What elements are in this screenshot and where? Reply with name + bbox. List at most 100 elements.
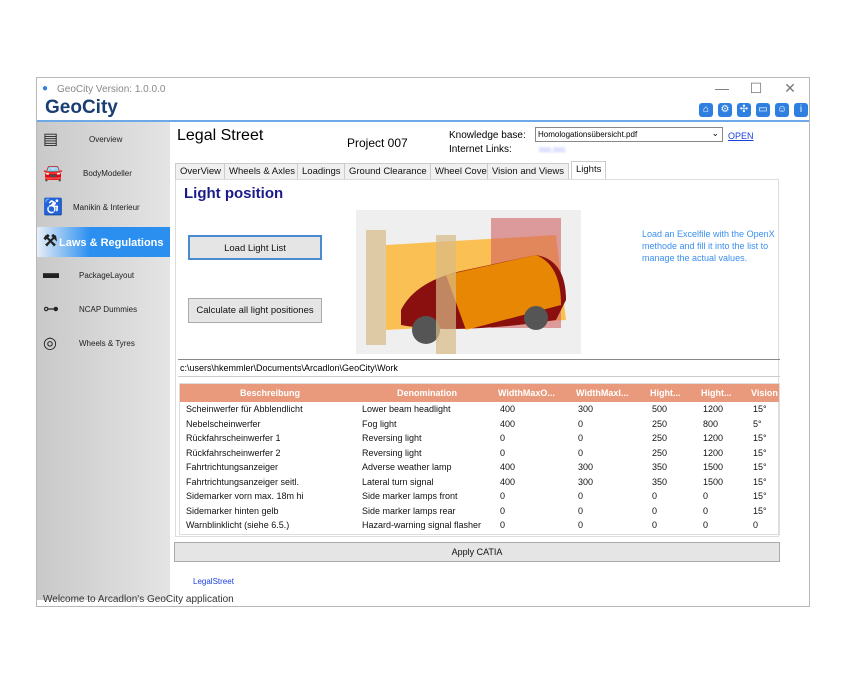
column-header[interactable]: Beschreibung xyxy=(180,384,356,402)
table-cell: 400 xyxy=(500,404,516,415)
load-light-list-button[interactable]: Load Light List xyxy=(188,235,322,260)
table-cell: 0 xyxy=(500,447,506,458)
table-cell: Reversing light xyxy=(362,433,422,444)
table-cell: 15° xyxy=(753,505,767,516)
app-window: ● GeoCity Version: 1.0.0.0 GeoCity — ☐ ✕… xyxy=(36,77,810,607)
gear-icon[interactable]: ⚙ xyxy=(718,103,732,117)
column-header[interactable]: Vision xyxy=(747,384,779,402)
info-icon[interactable]: i xyxy=(794,103,808,117)
tab-1[interactable]: Wheels & Axles xyxy=(224,163,300,180)
apply-catia-button[interactable]: Apply CATIA xyxy=(174,542,780,562)
table-row[interactable]: Sidemarker hinten gelb Side marker lamps … xyxy=(180,504,779,519)
minimize-button[interactable]: — xyxy=(707,80,737,96)
column-header[interactable]: WidthMaxI... xyxy=(572,384,646,402)
column-header[interactable]: Denomination xyxy=(356,384,494,402)
table-cell: Adverse weather lamp xyxy=(362,462,452,473)
sidebar-item-label: NCAP Dummies xyxy=(79,305,138,314)
table-cell: Nebelscheinwerfer xyxy=(186,418,261,429)
links-label: Internet Links: xyxy=(449,144,512,155)
table-cell: Sidemarker hinten gelb xyxy=(186,505,279,516)
open-link[interactable]: OPEN xyxy=(728,131,754,141)
table-cell: 400 xyxy=(500,462,516,473)
table-cell: 400 xyxy=(500,418,516,429)
sidebar-item-3[interactable]: ⚒ Laws & Regulations xyxy=(37,227,170,257)
tab-0[interactable]: OverView xyxy=(175,163,227,180)
tab-3[interactable]: Ground Clearance xyxy=(344,163,432,180)
internet-link[interactable]: sss.sss xyxy=(539,145,565,154)
car-lights-image xyxy=(356,210,581,354)
tyre-icon: ◎ xyxy=(43,335,57,352)
sidebar-item-label: BodyModeller xyxy=(83,169,132,178)
table-cell: Hazard-warning signal flasher xyxy=(362,520,482,531)
lights-panel: Light position Load Light List Calculate… xyxy=(175,179,780,537)
table-cell: 15° xyxy=(753,462,767,473)
person-icon[interactable]: ☺ xyxy=(775,103,789,117)
table-cell: 0 xyxy=(578,447,584,458)
maximize-button[interactable]: ☐ xyxy=(741,80,771,97)
sidebar: ▤ Overview 🚘 BodyModeller ♿ Manikin & Interie… xyxy=(37,122,170,600)
sidebar-item-6[interactable]: ◎ Wheels & Tyres xyxy=(37,329,170,359)
table-cell: 300 xyxy=(578,476,594,487)
table-row[interactable]: Warnblinklicht (siehe 6.5.) Hazard-warnin… xyxy=(180,518,779,533)
gavel-icon: ⚒ xyxy=(43,233,58,250)
table-cell: 5° xyxy=(753,418,762,429)
table-cell: 0 xyxy=(500,433,506,444)
dummy-icon: ⊶ xyxy=(43,301,59,318)
column-header[interactable]: WidthMaxO... xyxy=(494,384,572,402)
table-cell: 0 xyxy=(652,520,658,531)
table-cell: Fahrtrichtungsanzeiger seitl. xyxy=(186,476,300,487)
table-row[interactable]: Nebelscheinwerfer Fog light 400 0 250 800 5° xyxy=(180,417,779,432)
table-row[interactable]: Rückfahrscheinwerfer 1 Reversing light 0 0 2… xyxy=(180,431,779,446)
sidebar-item-4[interactable]: ▬ PackageLayout xyxy=(37,261,170,291)
table-cell: 350 xyxy=(652,476,668,487)
sidebar-item-1[interactable]: 🚘 BodyModeller xyxy=(37,159,170,189)
table-cell: 0 xyxy=(753,520,759,531)
table-cell: 800 xyxy=(703,418,719,429)
table-cell: 0 xyxy=(703,520,709,531)
table-cell: Scheinwerfer für Abblendlicht xyxy=(186,404,303,415)
sidebar-item-label: Wheels & Tyres xyxy=(79,339,135,348)
window-icon[interactable]: ▭ xyxy=(756,103,770,117)
table-cell: Lateral turn signal xyxy=(362,476,434,487)
table-row[interactable]: Scheinwerfer für Abblendlicht Lower beam … xyxy=(180,402,779,417)
legalstreet-link[interactable]: LegalStreet xyxy=(193,577,234,586)
knowledge-base-select[interactable]: Homologationsübersicht.pdf ⌄ xyxy=(535,127,723,142)
package-icon: ▬ xyxy=(43,265,59,282)
table-cell: Side marker lamps front xyxy=(362,491,458,502)
path-input[interactable]: c:\users\hkemmler\Documents\Arcadlon\Geo… xyxy=(178,359,780,377)
table-cell: 1200 xyxy=(703,404,724,415)
sidebar-item-label: Overview xyxy=(89,135,123,144)
sidebar-item-5[interactable]: ⊶ NCAP Dummies xyxy=(37,295,170,325)
chevron-down-icon: ⌄ xyxy=(711,128,719,138)
home-icon[interactable]: ⌂ xyxy=(699,103,713,117)
sidebar-item-0[interactable]: ▤ Overview xyxy=(37,125,170,155)
table-row[interactable]: Fahrtrichtungsanzeiger Adverse weather la… xyxy=(180,460,779,475)
table-row[interactable]: Sidemarker vorn max. 18m hi Side marker l… xyxy=(180,489,779,504)
tab-4[interactable]: Wheel Cover xyxy=(430,163,495,180)
lights-table[interactable]: Beschreibung Denomination WidthMaxO... Widt… xyxy=(179,383,780,535)
table-cell: 0 xyxy=(578,433,584,444)
table-cell: 0 xyxy=(578,418,584,429)
column-header[interactable]: Hight... xyxy=(646,384,697,402)
project-name: Project 007 xyxy=(347,136,408,150)
app-logo-icon: ● xyxy=(42,83,49,94)
network-icon[interactable]: ✣ xyxy=(737,103,751,117)
tab-5[interactable]: Vision and Views xyxy=(487,163,570,180)
close-button[interactable]: ✕ xyxy=(775,80,805,97)
table-cell: 0 xyxy=(500,505,506,516)
table-cell: Side marker lamps rear xyxy=(362,505,456,516)
table-cell: 0 xyxy=(500,491,506,502)
calculate-lights-button[interactable]: Calculate all light positiones xyxy=(188,298,322,323)
sidebar-item-2[interactable]: ♿ Manikin & Interieur xyxy=(37,193,170,223)
kb-value: Homologationsübersicht.pdf xyxy=(538,130,638,139)
table-cell: 0 xyxy=(703,491,709,502)
tab-6[interactable]: Lights xyxy=(571,161,607,180)
table-row[interactable]: Rückfahrscheinwerfer 2 Reversing light 0 0 2… xyxy=(180,446,779,461)
tab-2[interactable]: Loadings xyxy=(297,163,346,180)
kb-label: Knowledge base: xyxy=(449,130,526,141)
table-row[interactable]: Fahrtrichtungsanzeiger seitl. Lateral tur… xyxy=(180,475,779,490)
column-header[interactable]: Hight... xyxy=(697,384,747,402)
table-cell: Warnblinklicht (siehe 6.5.) xyxy=(186,520,290,531)
table-cell: 400 xyxy=(500,476,516,487)
clipboard-icon: ▤ xyxy=(43,131,59,148)
